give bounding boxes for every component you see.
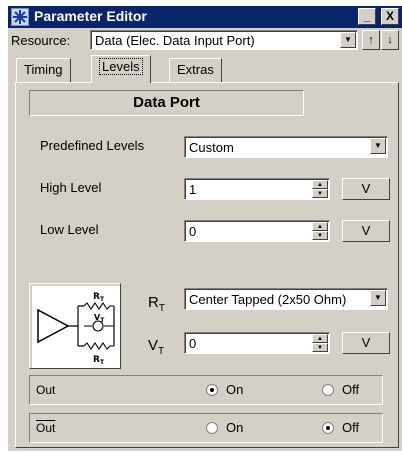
out-inverted-off-radio[interactable]: Off	[322, 420, 359, 435]
radio-unselected-icon	[322, 383, 334, 396]
low-level-unit-button[interactable]: V	[342, 220, 390, 242]
minimize-icon[interactable]: _	[358, 8, 376, 25]
tab-extras-label: Extras	[177, 62, 214, 77]
out-inverted-off-label: Off	[342, 420, 360, 435]
resource-value: Data (Elec. Data Input Port)	[95, 33, 255, 48]
up-arrow-icon[interactable]: ↑	[362, 30, 380, 50]
out-inverted-on-label: On	[226, 420, 244, 435]
vt-input[interactable]: 0 ▲ ▼	[184, 332, 330, 354]
window-title: Parameter Editor	[34, 8, 147, 24]
high-level-stepper[interactable]: ▲ ▼	[312, 180, 328, 198]
low-level-input[interactable]: 0 ▲ ▼	[184, 220, 330, 242]
vt-symbol: V	[148, 337, 159, 354]
out-inverted-group: Out On Off	[29, 413, 383, 443]
tab-timing[interactable]: Timing	[16, 58, 71, 82]
predefined-levels-select[interactable]: Custom ▼	[184, 136, 388, 158]
vt-unit-button[interactable]: V	[342, 332, 390, 354]
termination-circuit-icon: RT VT RT	[29, 283, 121, 369]
title-bar: Parameter Editor _ X	[8, 6, 402, 28]
high-level-input[interactable]: 1 ▲ ▼	[184, 178, 330, 200]
vt-value: 0	[189, 336, 197, 351]
app-icon	[11, 8, 29, 26]
out-group: Out On Off	[29, 375, 383, 405]
vt-sub: T	[158, 346, 165, 357]
tab-levels-label: Levels	[99, 58, 143, 75]
high-level-unit-button[interactable]: V	[342, 178, 390, 200]
resource-label: Resource:	[11, 33, 71, 48]
high-level-label: High Level	[40, 180, 102, 195]
spin-down-icon[interactable]: ▼	[312, 189, 328, 198]
circuit-r-top: RT	[93, 292, 105, 303]
levels-panel: Data Port Predefined Levels Custom ▼ Hig…	[15, 82, 399, 448]
vt-stepper[interactable]: ▲ ▼	[312, 334, 328, 352]
spin-up-icon[interactable]: ▲	[312, 334, 328, 343]
termination-select[interactable]: Center Tapped (2x50 Ohm) ▼	[184, 288, 388, 310]
radio-selected-icon	[322, 421, 334, 434]
low-level-stepper[interactable]: ▲ ▼	[312, 222, 328, 240]
dropdown-icon[interactable]: ▼	[370, 138, 386, 154]
spin-up-icon[interactable]: ▲	[312, 180, 328, 189]
out-off-label: Off	[342, 382, 360, 397]
spin-down-icon[interactable]: ▼	[312, 343, 328, 352]
tab-extras[interactable]: Extras	[169, 58, 222, 82]
parameter-editor-window: Parameter Editor _ X Resource: Data (Ele…	[8, 6, 402, 451]
radio-unselected-icon	[206, 421, 218, 434]
out-on-radio[interactable]: On	[206, 382, 243, 397]
port-heading: Data Port	[29, 90, 304, 116]
low-level-label: Low Level	[40, 222, 99, 237]
out-on-label: On	[226, 382, 244, 397]
out-off-radio[interactable]: Off	[322, 382, 359, 397]
down-arrow-icon[interactable]: ↓	[381, 30, 399, 50]
rt-sub: T	[158, 303, 165, 314]
spin-up-icon[interactable]: ▲	[312, 222, 328, 231]
vt-label: VT	[148, 337, 164, 357]
high-level-value: 1	[189, 182, 197, 197]
out-label: Out	[36, 383, 56, 397]
spin-down-icon[interactable]: ▼	[312, 231, 328, 240]
circuit-r-bottom: RT	[93, 355, 105, 366]
radio-selected-icon	[206, 383, 218, 396]
rt-symbol: R	[148, 294, 159, 311]
rt-label: RT	[148, 294, 165, 314]
dropdown-icon[interactable]: ▼	[340, 32, 356, 48]
out-inverted-on-radio[interactable]: On	[206, 420, 243, 435]
tab-levels[interactable]: Levels	[91, 55, 151, 83]
low-level-value: 0	[189, 224, 197, 239]
close-icon[interactable]: X	[381, 8, 399, 25]
dropdown-icon[interactable]: ▼	[370, 290, 386, 306]
resource-select[interactable]: Data (Elec. Data Input Port) ▼	[90, 30, 358, 50]
predefined-levels-value: Custom	[189, 140, 234, 155]
tab-timing-label: Timing	[24, 62, 63, 77]
predefined-levels-label: Predefined Levels	[40, 138, 145, 153]
termination-value: Center Tapped (2x50 Ohm)	[189, 292, 347, 307]
out-inverted-label: Out	[36, 421, 56, 435]
